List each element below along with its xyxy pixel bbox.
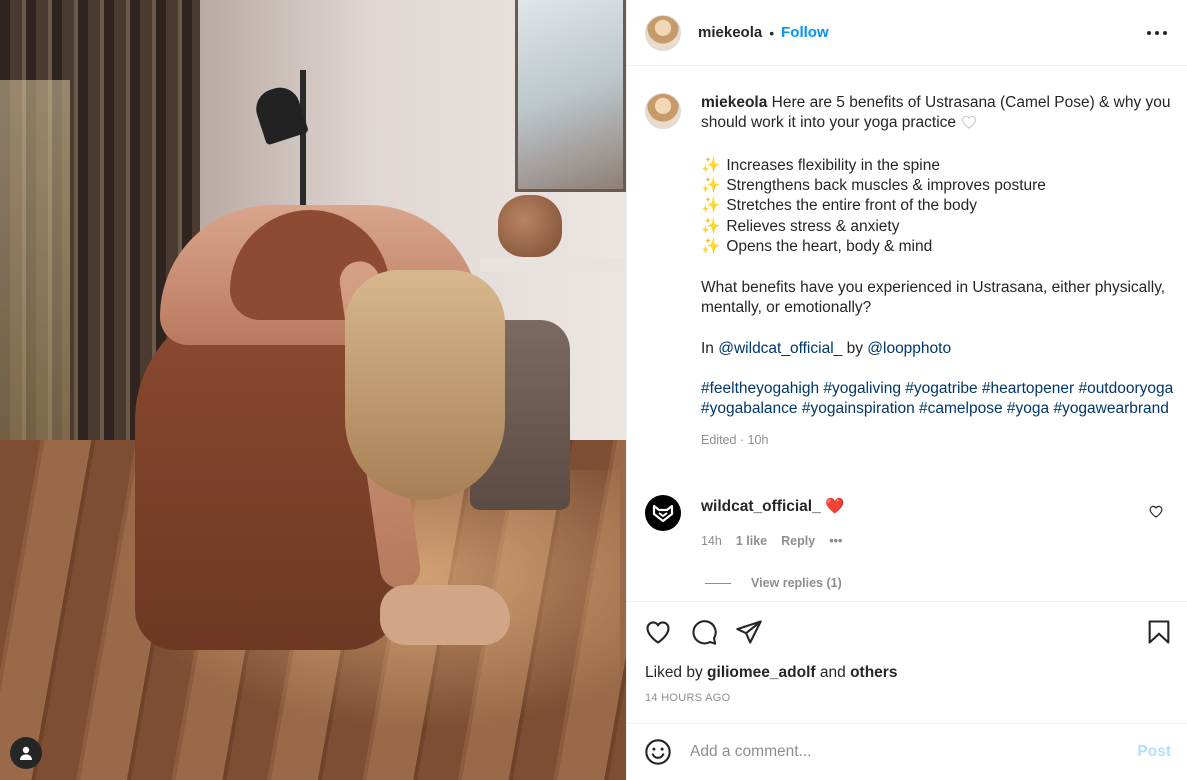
sparkles-icon: ✨: [701, 156, 721, 174]
author-username[interactable]: miekeola: [698, 24, 762, 41]
white-heart-emoji-icon: [961, 115, 977, 135]
sparkles-icon: ✨: [701, 177, 721, 195]
caption-question: What benefits have you experienced in Us…: [701, 278, 1166, 316]
heart-emoji: ❤️: [825, 498, 845, 515]
caption-author-avatar[interactable]: [645, 93, 681, 129]
like-heart-icon[interactable]: [644, 618, 672, 646]
sparkles-icon: ✨: [701, 197, 721, 215]
replies-divider: [705, 582, 731, 584]
post-photo[interactable]: [0, 0, 626, 780]
tagged-users-icon[interactable]: [10, 737, 42, 769]
view-replies-button[interactable]: View replies (1): [705, 576, 842, 590]
photo-shelf: [480, 258, 626, 272]
liked-by-line: Liked by giliomee_adolf and others: [645, 664, 898, 681]
emoji-picker-icon[interactable]: [644, 738, 672, 766]
benefit-item: ✨ Stretches the entire front of the body: [701, 197, 978, 215]
hashtags[interactable]: #feeltheyogahigh #yogaliving #yogatribe …: [701, 379, 1175, 420]
photo-vase: [498, 195, 562, 257]
brand-mention-link[interactable]: @wildcat_official_: [718, 340, 842, 357]
post-header: miekeola • Follow: [627, 0, 1187, 66]
post-comment-button[interactable]: Post: [1137, 743, 1171, 761]
benefit-item: ✨ Opens the heart, body & mind: [701, 238, 933, 256]
comment-item: wildcat_official_ ❤️ 14h 1 like Reply ••…: [645, 495, 1175, 548]
liked-by-user-link[interactable]: giliomee_adolf: [707, 664, 816, 681]
photo-painting: [515, 0, 626, 192]
photo-figure-feet: [380, 585, 510, 645]
benefit-list: ✨ Increases flexibility in the spine ✨ Str…: [701, 156, 1175, 257]
benefit-item: ✨ Increases flexibility in the spine: [701, 156, 940, 174]
reply-button[interactable]: Reply: [781, 534, 815, 548]
sparkles-icon: ✨: [701, 238, 721, 256]
caption-meta: Edited · 10h: [701, 432, 769, 447]
photo-lamp-arm: [300, 70, 306, 210]
author-avatar[interactable]: [645, 14, 681, 51]
benefit-item: ✨ Strengthens back muscles & improves pos…: [701, 177, 1046, 195]
share-send-icon[interactable]: [735, 618, 763, 646]
caption-author[interactable]: miekeola: [701, 94, 767, 111]
post-caption: miekeola Here are 5 benefits of Ustrasan…: [645, 93, 1175, 450]
follow-button[interactable]: Follow: [781, 24, 829, 41]
post-panel: miekeola • Follow miekeola Here are 5 be…: [626, 0, 1187, 780]
photo-figure-hair: [345, 270, 505, 500]
comment-actions: 14h 1 like Reply •••: [701, 534, 1131, 548]
comment-like-count[interactable]: 1 like: [736, 534, 767, 548]
caption-intro: Here are 5 benefits of Ustrasana (Camel …: [701, 94, 1171, 132]
liked-by-others-link[interactable]: others: [850, 664, 897, 681]
comment-input[interactable]: [690, 743, 1110, 761]
commenter-username[interactable]: wildcat_official_: [701, 498, 821, 515]
photo-window-light: [0, 80, 70, 440]
post-actions-bar: [627, 601, 1187, 661]
photographer-mention-link[interactable]: @loopphoto: [867, 340, 951, 357]
sparkles-icon: ✨: [701, 217, 721, 235]
comment-like-heart-icon[interactable]: [1149, 505, 1163, 523]
benefit-item: ✨ Relieves stress & anxiety: [701, 217, 900, 235]
wildcat-logo-icon: [652, 504, 674, 522]
save-bookmark-icon[interactable]: [1145, 618, 1173, 646]
comment-more-button[interactable]: •••: [829, 534, 842, 548]
user-icon: [20, 746, 32, 760]
caption-credit: In @wildcat_official_ by @loopphoto: [701, 339, 952, 357]
post-timestamp[interactable]: 14 HOURS AGO: [645, 692, 731, 704]
caption-text: miekeola Here are 5 benefits of Ustrasan…: [701, 93, 1175, 450]
commenter-avatar[interactable]: [645, 495, 681, 531]
more-options-icon[interactable]: [1146, 22, 1168, 44]
comments-section[interactable]: miekeola Here are 5 benefits of Ustrasan…: [627, 67, 1187, 601]
header-separator: •: [769, 24, 775, 41]
comment-bubble-icon[interactable]: [690, 618, 718, 646]
comment-composer: Post: [627, 723, 1187, 780]
comment-age[interactable]: 14h: [701, 534, 722, 548]
